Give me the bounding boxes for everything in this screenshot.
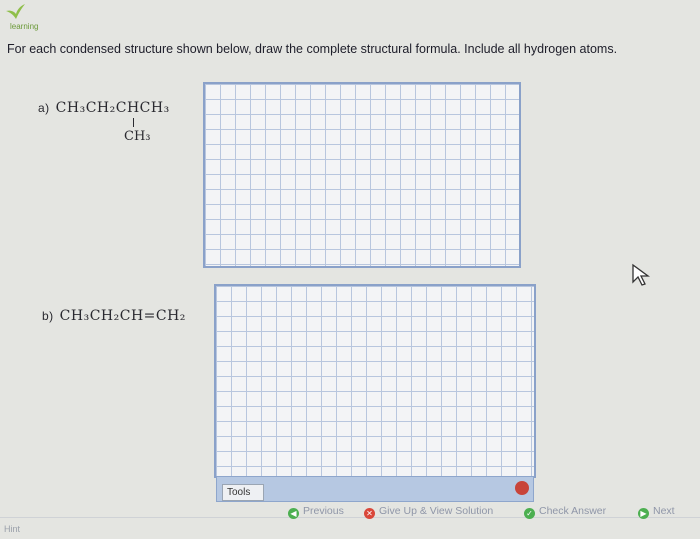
question-a-condensed-formula: CH₃CH₂CHCH₃ <box>55 100 170 116</box>
next-label: Next <box>653 505 675 517</box>
check-answer-label: Check Answer <box>539 505 607 517</box>
question-a-branch-formula: CH₃ <box>124 129 151 144</box>
branch-bond <box>133 118 134 127</box>
check-icon: ✓ <box>524 508 535 519</box>
give-up-label: Give Up & View Solution <box>379 505 494 517</box>
question-a-formula: a) CH₃CH₂CHCH₃ <box>38 100 170 116</box>
resize-handle-icon[interactable] <box>515 481 529 495</box>
question-b-label: b) <box>42 309 54 323</box>
drawing-toolbar: Tools <box>216 476 534 502</box>
give-up-button[interactable]: ✕ Give Up & View Solution <box>364 505 493 519</box>
next-button[interactable]: ▶ Next <box>638 505 675 519</box>
leaf-logo-icon <box>6 4 25 19</box>
previous-button[interactable]: ◀ Previous <box>288 505 344 519</box>
drawing-canvas-b[interactable] <box>214 284 536 478</box>
tools-button[interactable]: Tools <box>222 484 264 501</box>
drawing-canvas-a[interactable] <box>203 82 521 268</box>
question-a-label: a) <box>38 101 50 115</box>
mouse-pointer-icon <box>632 263 650 286</box>
give-up-icon: ✕ <box>364 508 375 519</box>
question-b-condensed-formula: CH₃CH₂CH=CH₂ <box>59 308 186 324</box>
question-b-formula: b) CH₃CH₂CH=CH₂ <box>42 308 186 324</box>
brand-name: learning <box>10 22 39 31</box>
question-instructions: For each condensed structure shown below… <box>7 42 618 56</box>
check-answer-button[interactable]: ✓ Check Answer <box>524 505 606 519</box>
previous-label: Previous <box>303 505 344 517</box>
hint-link[interactable]: Hint <box>4 524 20 534</box>
next-icon: ▶ <box>638 508 649 519</box>
learning-logo: learning <box>2 2 62 31</box>
previous-icon: ◀ <box>288 508 299 519</box>
